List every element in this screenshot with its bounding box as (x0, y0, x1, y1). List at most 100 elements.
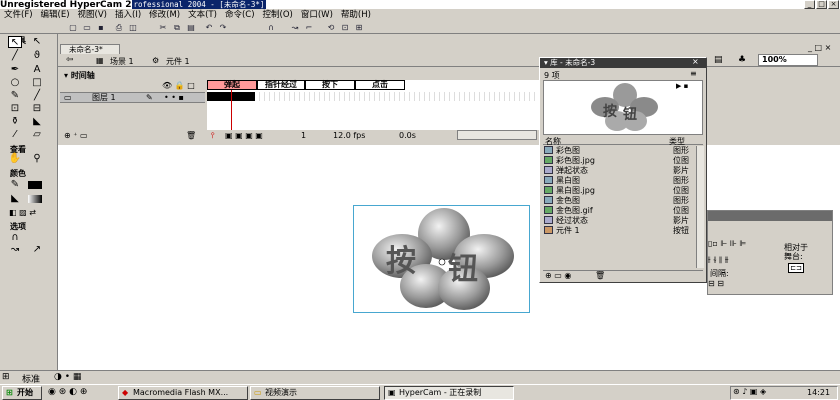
library-item[interactable]: 元件 1 按钮 (543, 226, 699, 236)
snap-option-icon[interactable]: ∩ (8, 232, 22, 244)
quick-launch-icons[interactable]: ◉ ⊛ ◐ ⊕ (48, 387, 87, 397)
document-tab[interactable]: 未命名-3* (60, 44, 120, 54)
library-item[interactable]: 金色图.gif 位图 (543, 206, 699, 216)
align-icon[interactable]: ⊞ (354, 23, 364, 32)
add-layer-icons[interactable]: ⊕ ⁺ ▭ (64, 131, 88, 140)
scene-breadcrumb[interactable]: 场景 1 (110, 56, 134, 67)
menu-help[interactable]: 帮助(H) (337, 9, 375, 21)
save-icon[interactable]: ▪ (96, 23, 106, 32)
frame-grid[interactable]: 弹起 指针经过 按下 点击 (207, 80, 540, 132)
oval-tool-icon[interactable]: ○ (8, 77, 22, 89)
stroke-color-icon[interactable]: ✎ (8, 179, 22, 191)
menu-control[interactable]: 控制(O) (259, 9, 297, 21)
layer-row[interactable]: ▭ 图层 1 ✎ • • ▪ (60, 92, 205, 103)
menu-modify[interactable]: 修改(M) (145, 9, 184, 21)
ink-bottle-tool-icon[interactable]: ⚱ (8, 116, 22, 128)
paint-bucket-tool-icon[interactable]: ◣ (30, 116, 44, 128)
zoom-tool-icon[interactable]: ⚲ (30, 153, 44, 165)
rectangle-tool-icon[interactable]: □ (30, 77, 44, 89)
fill-color-icon[interactable]: ◣ (8, 193, 22, 205)
eraser-tool-icon[interactable]: ▱ (30, 129, 44, 141)
align-buttons-row2[interactable]: ⫲ ⫳ ⫴ ⫵ (708, 255, 729, 265)
zoom-select[interactable]: 100% (758, 54, 818, 66)
library-item[interactable]: 金色图 图形 (543, 196, 699, 206)
frame-label-up[interactable]: 弹起 (207, 80, 257, 90)
library-item[interactable]: 弹起状态 影片 (543, 166, 699, 176)
paste-icon[interactable]: ▤ (186, 23, 196, 32)
text-tool-icon[interactable]: A (30, 64, 44, 76)
align-panel-title-bar[interactable] (708, 211, 832, 221)
smooth-icon[interactable]: ↝ (290, 23, 300, 32)
frame-label-over[interactable]: 指针经过 (257, 80, 305, 90)
tray-icons[interactable]: ⊛ ♪ ▣ ◈ (733, 387, 766, 396)
menu-edit[interactable]: 编辑(E) (37, 9, 74, 21)
straighten-option-icon[interactable]: ↗ (30, 244, 44, 256)
hand-tool-icon[interactable]: ✋ (8, 153, 22, 165)
print-icon[interactable]: ⎙ (114, 23, 124, 32)
ime-icon[interactable]: ⊞ (2, 372, 10, 382)
redo-icon[interactable]: ↷ (218, 23, 228, 32)
back-arrow-icon[interactable]: ⇦ (66, 55, 74, 65)
align-buttons-row1[interactable]: ▯▫ ⊩ ⊪ ⊫ (708, 239, 746, 248)
library-item[interactable]: 彩色图.jpg 位图 (543, 156, 699, 166)
layer-visibility-icons[interactable]: 👁 🔒 □ (162, 81, 195, 90)
delete-symbol-icon[interactable]: 🗑 (595, 271, 605, 280)
spacing-buttons[interactable]: ⊟ ⊟ (708, 279, 724, 288)
layer-flags[interactable]: • • ▪ (164, 93, 184, 102)
fill-transform-tool-icon[interactable]: ⊟ (30, 103, 44, 115)
pencil-tool-icon[interactable]: ✎ (8, 90, 22, 102)
taskbar-video-window[interactable]: ▭ 视频演示 (250, 386, 380, 400)
scale-icon[interactable]: ⊡ (340, 23, 350, 32)
center-frame-icon[interactable]: ⫯ (211, 131, 214, 141)
library-item[interactable]: 彩色图 图形 (543, 146, 699, 156)
edit-symbol-icon[interactable]: ♣ (738, 55, 746, 65)
edit-scene-icon[interactable]: ▤ (714, 55, 723, 65)
new-symbol-icon[interactable]: ⊕ ▭ ◉ (545, 271, 571, 280)
menu-insert[interactable]: 插入(I) (111, 9, 145, 21)
stroke-color-swatch[interactable] (28, 181, 42, 189)
free-transform-tool-icon[interactable]: ⊡ (8, 103, 22, 115)
library-item[interactable]: 经过状态 影片 (543, 216, 699, 226)
ime-toggle-icons[interactable]: ◑ • ▦ (54, 372, 81, 382)
minimize-button[interactable]: _ (804, 0, 815, 9)
straighten-icon[interactable]: ⌐ (304, 23, 314, 32)
playhead[interactable] (231, 90, 232, 132)
timeline-scrollbar[interactable] (457, 130, 537, 140)
undo-icon[interactable]: ↶ (204, 23, 214, 32)
layer-name[interactable]: 图层 1 (92, 93, 116, 103)
open-file-icon[interactable]: ▭ (82, 23, 92, 32)
brush-tool-icon[interactable]: ╱ (30, 90, 44, 102)
swap-colors-icon[interactable]: ◧ ▨ ⇄ (9, 208, 36, 217)
menu-window[interactable]: 窗口(W) (297, 9, 337, 21)
button-artwork[interactable]: 按 钮 (353, 205, 530, 313)
to-stage-toggle[interactable]: ⊏⊐ (788, 263, 804, 273)
rotate-icon[interactable]: ⟲ (326, 23, 336, 32)
eyedropper-tool-icon[interactable]: ⁄ (8, 129, 22, 141)
line-tool-icon[interactable]: ╱ (8, 50, 22, 62)
library-scrollbar[interactable] (696, 146, 704, 268)
library-close-icon[interactable]: × (692, 57, 699, 66)
close-button[interactable]: × (828, 0, 839, 9)
taskbar-flash-window[interactable]: ◆ Macromedia Flash MX... (118, 386, 248, 400)
cut-icon[interactable]: ✂ (158, 23, 168, 32)
subselect-tool-icon[interactable]: ↖ (30, 36, 44, 48)
doc-window-controls[interactable]: _ □ × (808, 43, 831, 52)
fill-color-swatch[interactable] (28, 195, 42, 203)
frame-label-down[interactable]: 按下 (305, 80, 355, 90)
arrow-tool-icon[interactable]: ↖ (8, 36, 22, 48)
pen-tool-icon[interactable]: ✒ (8, 64, 22, 76)
preview-play-controls[interactable]: ▶ ▪ (676, 82, 688, 90)
maximize-button[interactable]: □ (816, 0, 827, 9)
menu-text[interactable]: 文本(T) (184, 9, 221, 21)
new-file-icon[interactable]: ▢ (68, 23, 78, 32)
menu-view[interactable]: 视图(V) (74, 9, 111, 21)
menu-commands[interactable]: 命令(C) (221, 9, 259, 21)
frame-label-hit[interactable]: 点击 (355, 80, 405, 90)
library-title-bar[interactable]: ▾ 库 - 未命名-3 (540, 58, 706, 68)
lasso-tool-icon[interactable]: ϑ (30, 50, 44, 62)
print-preview-icon[interactable]: ◫ (128, 23, 138, 32)
taskbar-hypercam-window[interactable]: ▣ HyperCam - 正在录制 (384, 386, 514, 400)
symbol-breadcrumb[interactable]: 元件 1 (166, 56, 190, 67)
menu-file[interactable]: 文件(F) (0, 9, 37, 21)
library-item[interactable]: 黑白图 图形 (543, 176, 699, 186)
